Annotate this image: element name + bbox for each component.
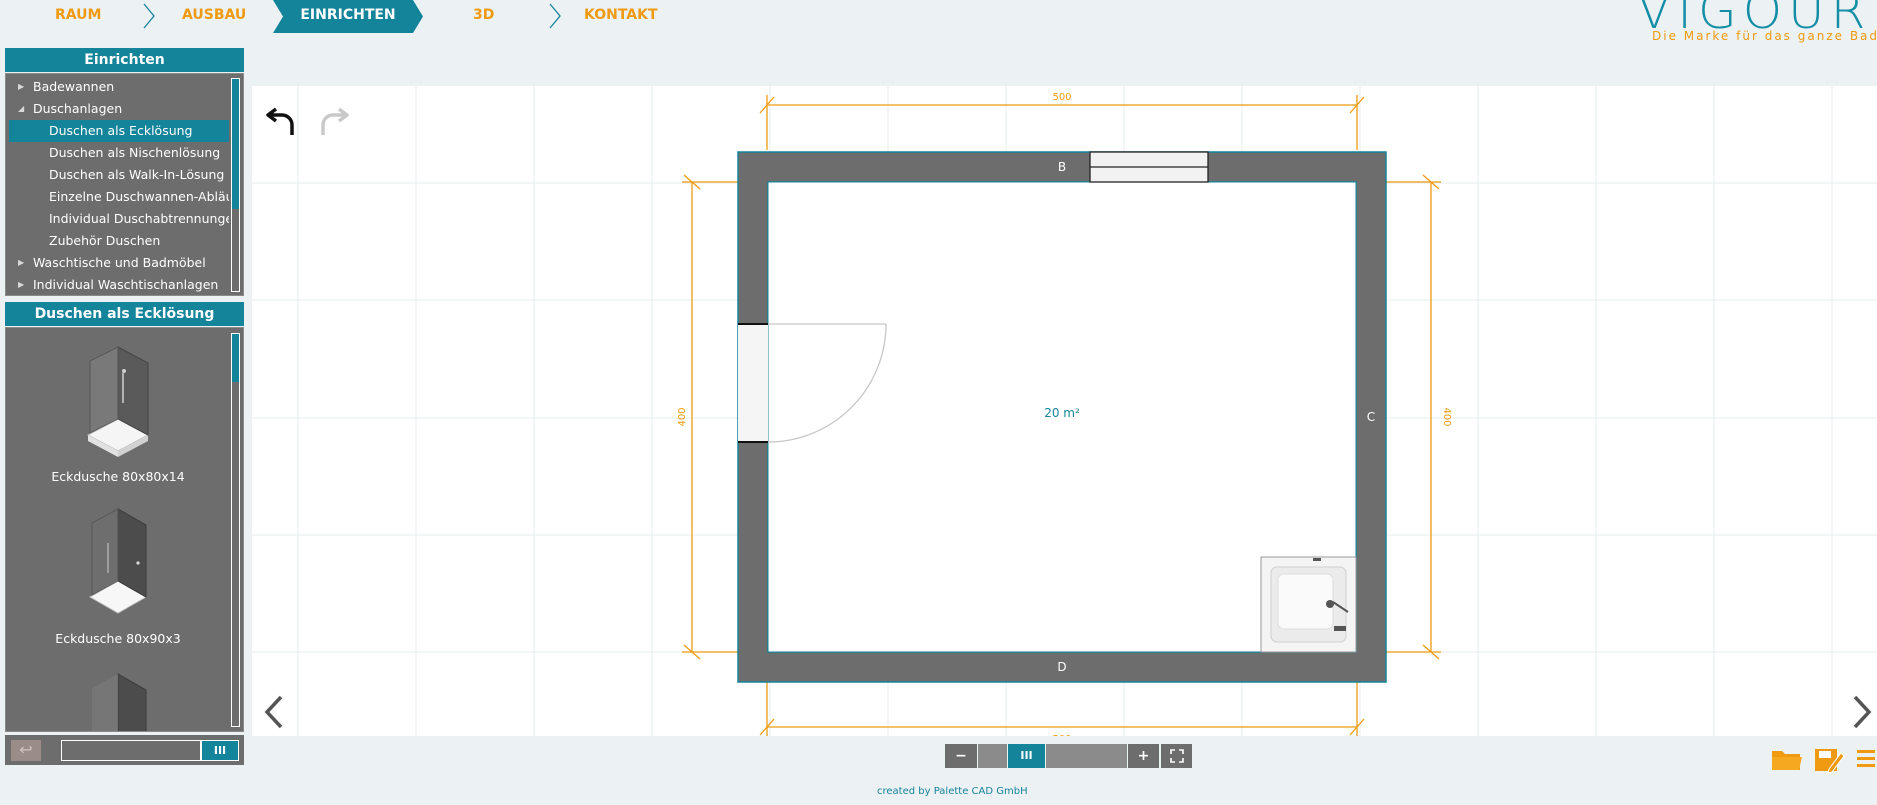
triangle-down-icon: ◢ xyxy=(18,104,25,113)
chevron-left-icon[interactable] xyxy=(263,694,285,730)
shower-tray[interactable] xyxy=(1260,556,1357,653)
subcategory-duschen-walk-in[interactable]: Duschen als Walk-In-Lösung xyxy=(9,164,229,186)
category-badewannen[interactable]: ▶ Badewannen xyxy=(9,76,229,98)
wall-label-d: D xyxy=(1057,660,1066,674)
chevron-right-icon[interactable] xyxy=(1851,694,1873,730)
search-button[interactable]: III xyxy=(201,740,239,761)
product-partial[interactable] xyxy=(6,668,230,731)
nav-step-ausbau[interactable]: AUSBAU xyxy=(182,0,246,33)
step-navigation: RAUM AUSBAU EINRICHTEN 3D KONTAKT xyxy=(0,0,700,33)
search-input[interactable] xyxy=(61,740,201,761)
wall-label-b: B xyxy=(1058,160,1066,174)
products-scroll-thumb[interactable] xyxy=(232,334,239,382)
nav-step-3d[interactable]: 3D xyxy=(473,0,494,33)
products-scrollbar[interactable] xyxy=(231,333,240,727)
product-eckdusche-80x90x3[interactable]: Eckdusche 80x90x3 xyxy=(6,503,230,646)
chevron-right-icon xyxy=(549,3,561,29)
nav-step-einrichten[interactable]: EINRICHTEN xyxy=(273,0,423,33)
dimension-top: 500 xyxy=(1052,92,1071,103)
chevron-right-icon xyxy=(143,3,155,29)
catalog-tree: ▶ Badewannen ◢ Duschanlagen Duschen als Ec… xyxy=(5,73,244,296)
dimension-left: 400 xyxy=(677,407,688,426)
fullscreen-button[interactable] xyxy=(1161,744,1193,768)
nav-step-kontakt[interactable]: KONTAKT xyxy=(584,0,658,33)
shower-product-image xyxy=(92,673,147,731)
zoom-in-button[interactable]: + xyxy=(1128,744,1160,768)
shower-product-image xyxy=(88,508,148,614)
nav-step-raum[interactable]: RAUM xyxy=(55,0,101,33)
catalog-scroll-thumb[interactable] xyxy=(232,79,239,209)
zoom-out-button[interactable]: − xyxy=(945,744,978,768)
product-eckdusche-80x80x14[interactable]: Eckdusche 80x80x14 xyxy=(6,343,230,484)
floor-plan-canvas[interactable]: 500 500 400 400 B C D 20 m² xyxy=(252,86,1877,736)
redo-icon[interactable] xyxy=(315,101,351,137)
triangle-right-icon: ▶ xyxy=(18,280,25,289)
product-list: Eckdusche 80x80x14 Eckdusche 80x90x3 xyxy=(5,327,244,732)
zoom-track[interactable] xyxy=(978,744,1008,768)
subcategory-duschen-nischenlosung[interactable]: Duschen als Nischenlösung xyxy=(9,142,229,164)
menu-icon[interactable] xyxy=(1855,745,1877,773)
subcategory-duschen-ecklosung[interactable]: Duschen als Ecklösung xyxy=(9,120,229,142)
back-icon[interactable]: ↩ xyxy=(11,740,41,761)
shower-product-image xyxy=(86,346,150,457)
category-duschanlagen[interactable]: ◢ Duschanlagen xyxy=(9,98,229,120)
catalog-scrollbar[interactable] xyxy=(231,78,240,292)
undo-icon[interactable] xyxy=(264,101,300,137)
brand-tagline: Die Marke für das ganze Bad xyxy=(1652,29,1877,43)
subcategory-zubehoer-duschen[interactable]: Zubehör Duschen xyxy=(9,230,229,252)
product-label: Eckdusche 80x90x3 xyxy=(55,631,181,646)
dimension-bottom: 500 xyxy=(1052,734,1071,736)
subcategory-individual-duschabtrennungen[interactable]: Individual Duschabtrennungen xyxy=(9,208,229,230)
panel-footer: ↩ III xyxy=(5,735,244,765)
category-individual-waschtischanlagen[interactable]: ▶ Individual Waschtischanlagen xyxy=(9,274,229,295)
catalog-panel-title: Einrichten xyxy=(5,48,244,72)
triangle-right-icon: ▶ xyxy=(18,82,25,91)
zoom-slider-thumb[interactable]: III xyxy=(1008,744,1046,768)
product-label: Eckdusche 80x80x14 xyxy=(51,469,185,484)
products-panel-title: Duschen als Ecklösung xyxy=(5,302,244,326)
fullscreen-icon xyxy=(1169,749,1184,763)
folder-icon[interactable] xyxy=(1770,745,1804,773)
room-area-label: 20 m² xyxy=(1044,406,1080,420)
category-waschtische[interactable]: ▶ Waschtische und Badmöbel xyxy=(9,252,229,274)
save-edit-icon[interactable] xyxy=(1813,745,1845,775)
zoom-track[interactable] xyxy=(1046,744,1128,768)
wall-label-c: C xyxy=(1367,410,1375,424)
triangle-right-icon: ▶ xyxy=(18,258,25,267)
zoom-bar: − III + xyxy=(945,744,1195,768)
subcategory-duschwannen-ablaeufe[interactable]: Einzelne Duschwannen-Abläufe xyxy=(9,186,229,208)
credit-text: created by Palette CAD GmbH xyxy=(877,786,1028,797)
window[interactable] xyxy=(1089,151,1209,183)
dimension-right: 400 xyxy=(1441,407,1452,426)
